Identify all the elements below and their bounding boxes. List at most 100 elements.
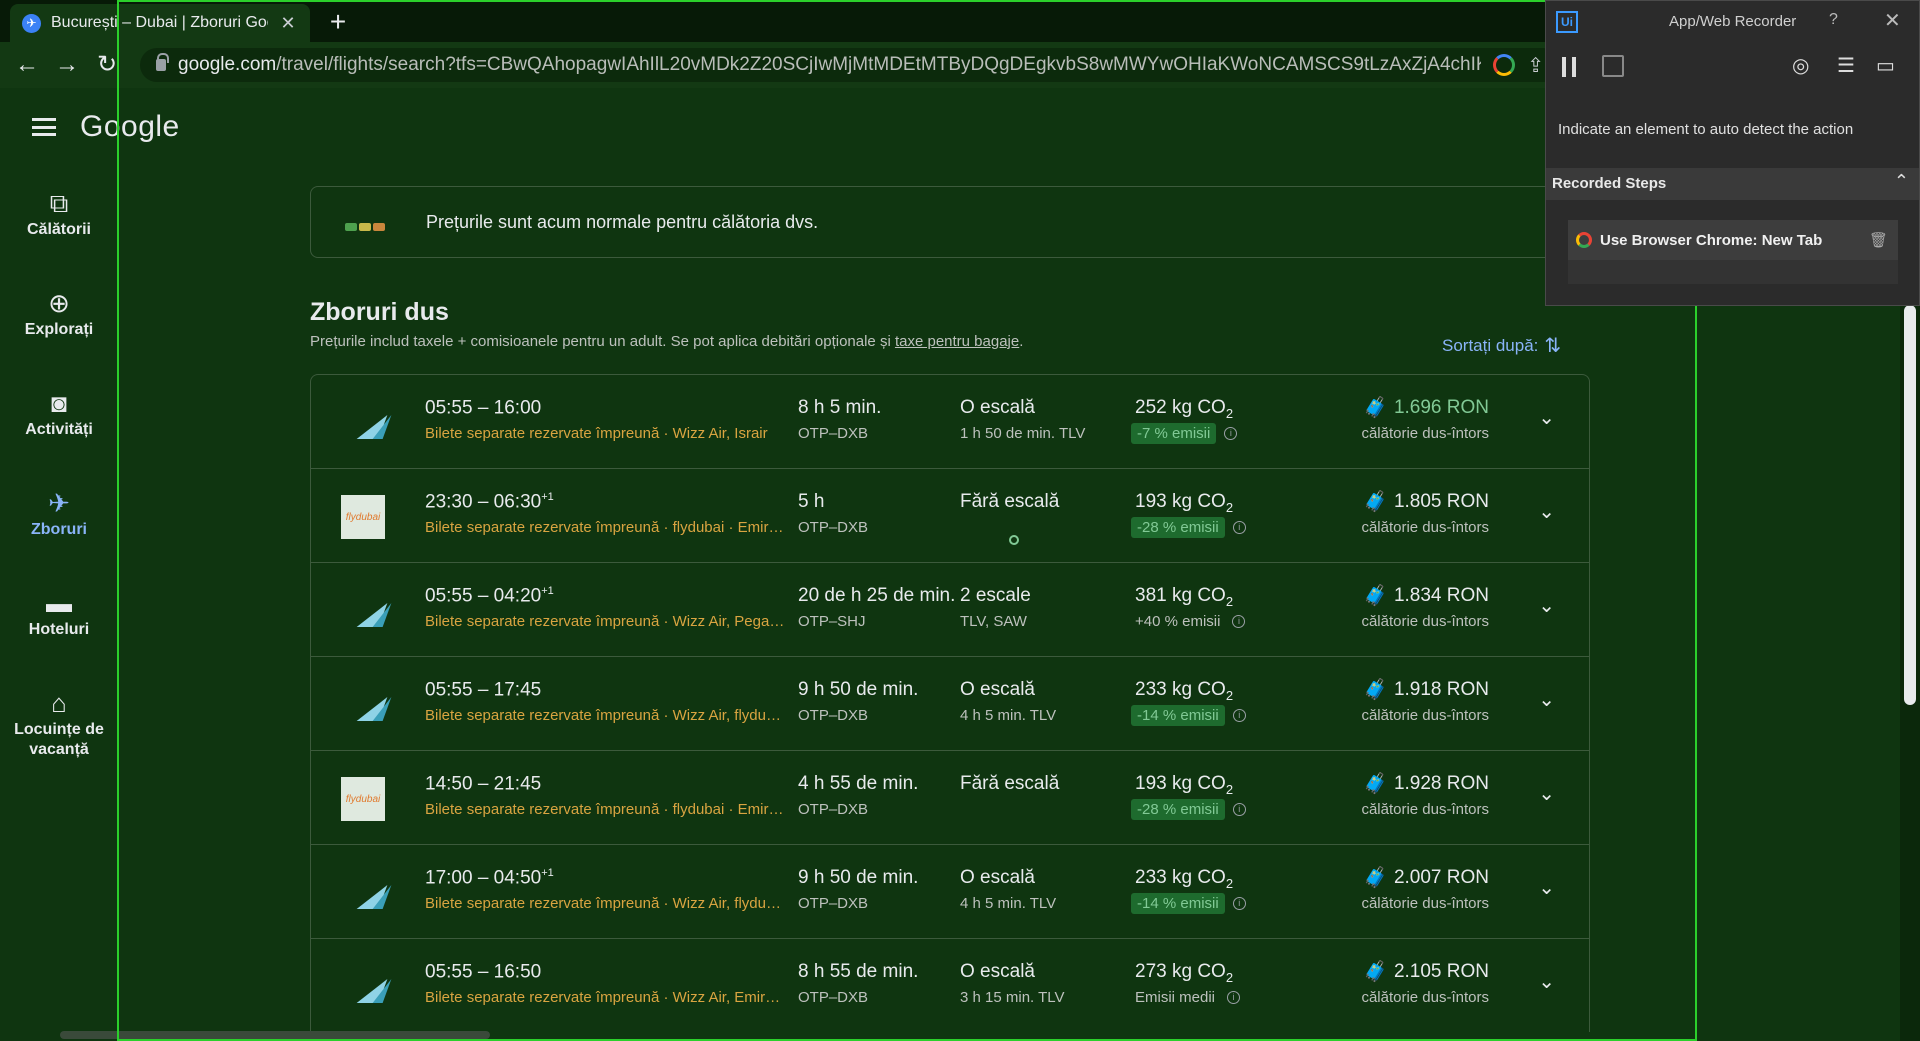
- trash-icon[interactable]: 🗑: [1869, 231, 1888, 249]
- price-subtitle: călătorie dus-întors: [1361, 519, 1489, 536]
- no-bag-icon: 🧳: [1363, 679, 1388, 701]
- wizz-air-logo-icon: [341, 589, 385, 633]
- carriers-text: Bilete separate rezervate împreună · Wiz…: [425, 613, 785, 630]
- info-icon[interactable]: i: [1232, 709, 1246, 722]
- flight-times: 05:55 – 16:00: [425, 397, 541, 419]
- wizz-air-logo-icon: [341, 683, 385, 727]
- sidebar-item-label: Locuințe de vacanță: [14, 721, 104, 758]
- chevron-down-icon[interactable]: ⌄: [1538, 405, 1555, 430]
- google-logo[interactable]: Google: [80, 110, 180, 144]
- price-insight-banner[interactable]: Prețurile sunt acum normale pentru călăt…: [310, 186, 1590, 258]
- info-icon[interactable]: i: [1232, 521, 1246, 534]
- scrollbar-thumb[interactable]: [1904, 305, 1916, 705]
- carriers-text: Bilete separate rezervate împreună · Wiz…: [425, 707, 785, 724]
- flight-row[interactable]: 05:55 – 16:00 Bilete separate rezervate î…: [311, 375, 1589, 469]
- recorder-header: Ui App/Web Recorder ? ✕: [1546, 1, 1919, 43]
- sort-button[interactable]: Sortați după: ⇅: [1442, 333, 1561, 358]
- price: 🧳 2.007 RON: [1363, 865, 1489, 890]
- price-subtitle: călătorie dus-întors: [1361, 989, 1489, 1006]
- carriers-text: Bilete separate rezervate împreună · Wiz…: [425, 895, 785, 912]
- emissions: -28 % emisii i: [1131, 517, 1246, 538]
- sidebar-item-activitati[interactable]: ◙ Activități: [0, 386, 118, 440]
- emissions: -28 % emisii i: [1131, 799, 1246, 820]
- stop-details: 4 h 5 min. TLV: [960, 707, 1057, 724]
- emissions: +40 % emisii i: [1131, 611, 1246, 632]
- flight-row[interactable]: 17:00 – 04:50+1 Bilete separate rezervate…: [311, 845, 1589, 939]
- forward-button[interactable]: →: [52, 50, 82, 80]
- screen-dropdown-icon[interactable]: ▭: [1876, 53, 1895, 78]
- chevron-down-icon[interactable]: ⌄: [1538, 781, 1555, 806]
- flight-row[interactable]: 05:55 – 16:50 Bilete separate rezervate î…: [311, 939, 1589, 1032]
- recorded-step-placeholder: [1568, 260, 1898, 284]
- sidebar-item-explorati[interactable]: ⊕ Explorați: [0, 286, 118, 340]
- baggage-fees-link[interactable]: taxe pentru bagaje: [895, 333, 1019, 350]
- chevron-down-icon[interactable]: ⌄: [1538, 687, 1555, 712]
- step-label: Use Browser Chrome: New Tab: [1600, 231, 1823, 249]
- sidebar-item-calatorii[interactable]: ⧉ Călătorii: [0, 186, 118, 240]
- chevron-down-icon[interactable]: ⌄: [1538, 499, 1555, 524]
- next-day-marker: +1: [541, 585, 554, 597]
- back-button[interactable]: ←: [12, 50, 42, 80]
- recorded-steps-title: Recorded Steps: [1552, 175, 1667, 192]
- horizontal-scrollbar[interactable]: [60, 1031, 490, 1039]
- flight-times: 17:00 – 04:50+1: [425, 867, 554, 889]
- tab-title: București – Dubai | Zboruri Google: [51, 14, 268, 31]
- co2-amount: 193 kg CO: [1135, 491, 1226, 512]
- info-icon[interactable]: i: [1232, 897, 1246, 910]
- share-icon[interactable]: ⇪: [1527, 53, 1544, 78]
- flight-times: 14:50 – 21:45: [425, 773, 541, 795]
- google-lens-icon[interactable]: [1493, 54, 1516, 76]
- chevron-down-icon[interactable]: ⌄: [1538, 875, 1555, 900]
- flight-route: OTP–SHJ: [798, 613, 866, 630]
- vertical-scrollbar[interactable]: [1900, 305, 1920, 1041]
- sidebar-nav: ⧉ Călătorii ⊕ Explorați ◙ Activități ✈ Z…: [0, 168, 118, 1041]
- new-tab-button[interactable]: +: [323, 6, 353, 38]
- browser-tab[interactable]: ✈ București – Dubai | Zboruri Google ✕: [10, 4, 310, 42]
- chevron-up-icon[interactable]: ⌃: [1894, 171, 1909, 192]
- co2-value: 193 kg CO2: [1135, 491, 1233, 515]
- list-icon[interactable]: ☰: [1837, 53, 1855, 78]
- flight-row[interactable]: 05:55 – 17:45 Bilete separate rezervate î…: [311, 657, 1589, 751]
- reload-button[interactable]: ↻: [92, 50, 122, 80]
- chevron-down-icon[interactable]: ⌄: [1538, 593, 1555, 618]
- co2-subscript: 2: [1225, 593, 1234, 609]
- save-icon[interactable]: [1602, 55, 1624, 77]
- recorder-hint: Indicate an element to auto detect the a…: [1558, 121, 1854, 138]
- flight-duration: 4 h 55 de min.: [798, 773, 919, 794]
- price-level-icon: [345, 211, 385, 231]
- sidebar-item-zboruri[interactable]: ✈ Zboruri: [0, 486, 118, 540]
- sidebar-item-locuinte[interactable]: ⌂ Locuințe de vacanță: [0, 686, 118, 760]
- recorded-steps-header[interactable]: Recorded Steps ⌃: [1546, 168, 1919, 200]
- flight-row[interactable]: flydubai 23:30 – 06:30+1 Bilete separate r…: [311, 469, 1589, 563]
- target-icon[interactable]: ◎: [1792, 53, 1809, 78]
- flight-route: OTP–DXB: [798, 707, 869, 724]
- price-value: 1.834 RON: [1393, 584, 1489, 606]
- chevron-down-icon[interactable]: ⌄: [1538, 969, 1555, 994]
- flight-row[interactable]: flydubai 14:50 – 21:45 Bilete separate rez…: [311, 751, 1589, 845]
- flight-duration: 8 h 5 min.: [798, 397, 882, 418]
- flight-route: OTP–DXB: [798, 425, 869, 442]
- wizz-air-logo-icon: [341, 871, 385, 915]
- url-text[interactable]: google.com/travel/flights/search?tfs=CBw…: [178, 54, 1481, 76]
- hamburger-menu-icon[interactable]: [32, 118, 56, 136]
- close-icon[interactable]: ✕: [1884, 8, 1901, 33]
- address-bar[interactable]: google.com/travel/flights/search?tfs=CBw…: [140, 48, 1560, 82]
- sort-icon: ⇅: [1544, 335, 1562, 357]
- recorded-step[interactable]: Use Browser Chrome: New Tab 🗑: [1568, 220, 1898, 260]
- flight-row[interactable]: 05:55 – 04:20+1 Bilete separate rezervate…: [311, 563, 1589, 657]
- info-icon[interactable]: i: [1224, 427, 1238, 440]
- help-icon[interactable]: ?: [1829, 11, 1838, 29]
- flight-results-list: 05:55 – 16:00 Bilete separate rezervate î…: [310, 374, 1590, 1032]
- co2-amount: 193 kg CO: [1135, 773, 1226, 794]
- carriers-text: Bilete separate rezervate împreună · fly…: [425, 801, 785, 818]
- info-icon[interactable]: i: [1232, 615, 1246, 628]
- sidebar-item-hoteluri[interactable]: ▬ Hoteluri: [0, 586, 118, 640]
- info-icon[interactable]: i: [1232, 803, 1246, 816]
- co2-subscript: 2: [1225, 781, 1234, 797]
- pause-icon[interactable]: [1562, 57, 1576, 77]
- price: 🧳 1.928 RON: [1363, 771, 1489, 796]
- info-icon[interactable]: i: [1227, 991, 1241, 1004]
- tab-close-icon[interactable]: ✕: [278, 13, 298, 34]
- emissions-badge: -28 % emisii: [1131, 799, 1225, 820]
- emissions-badge: Emisii medii: [1135, 989, 1216, 1006]
